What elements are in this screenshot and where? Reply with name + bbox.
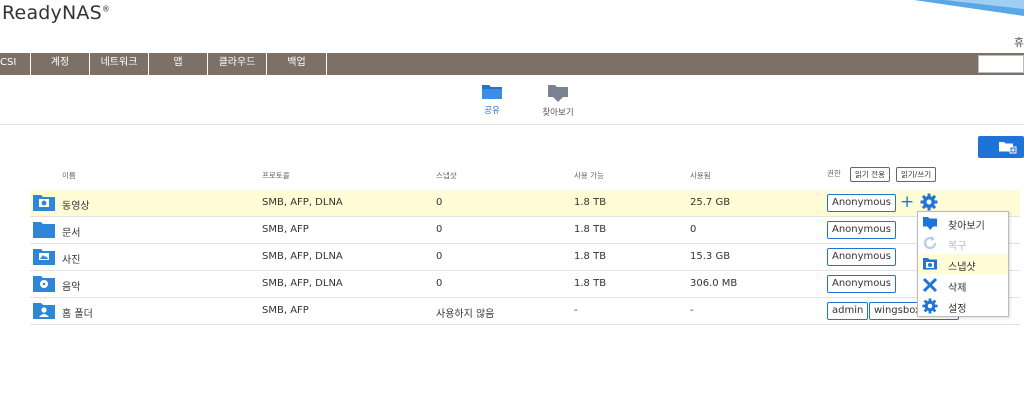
col-header-protocol[interactable]: 프로토콜 bbox=[262, 170, 290, 181]
col-header-name[interactable]: 이름 bbox=[62, 170, 76, 181]
menu-item-label: 설정 bbox=[948, 304, 967, 315]
table-row[interactable]: 사진 SMB, AFP, DLNA 0 1.8 TB 15.3 GB Anony… bbox=[30, 244, 1020, 271]
user-chip-anonymous[interactable]: Anonymous bbox=[827, 275, 896, 293]
share-snapshot: 0 bbox=[436, 278, 443, 289]
menu-item-settings[interactable]: 설정 bbox=[918, 296, 1008, 316]
tab-browse-label: 찾아보기 bbox=[542, 108, 574, 118]
browse-icon bbox=[548, 85, 568, 102]
perm-legend-read-only: 읽기 전용 bbox=[850, 167, 890, 182]
share-snapshot: 0 bbox=[436, 197, 443, 208]
nav-item-apps[interactable]: 앱 bbox=[149, 53, 208, 75]
share-name: 음악 bbox=[62, 282, 81, 293]
share-protocol: SMB, AFP, DLNA bbox=[262, 197, 343, 208]
home-folder-icon bbox=[33, 303, 55, 319]
user-chip-anonymous[interactable]: Anonymous bbox=[827, 248, 896, 266]
tab-divider bbox=[0, 124, 1024, 125]
header-accent-graphic bbox=[904, 0, 1024, 16]
new-folder-icon bbox=[999, 142, 1017, 154]
user-chip-anonymous[interactable]: Anonymous bbox=[827, 194, 896, 212]
share-available: 1.8 TB bbox=[574, 251, 607, 262]
music-folder-icon bbox=[33, 276, 55, 292]
readynas-logo: ReadyNAS® bbox=[2, 2, 110, 24]
table-row[interactable]: 음악 SMB, AFP, DLNA 0 1.8 TB 306.0 MB Anon… bbox=[30, 271, 1020, 298]
snapshot-icon bbox=[923, 258, 937, 270]
menu-item-label: 복구 bbox=[948, 241, 967, 252]
table-row[interactable]: 문서 SMB, AFP 0 1.8 TB 0 Anonymous bbox=[30, 217, 1020, 244]
share-used: 0 bbox=[690, 224, 697, 235]
menu-item-label: 스냅샷 bbox=[948, 262, 976, 273]
share-name: 동영상 bbox=[62, 201, 90, 212]
nav-item-iscsi[interactable]: CSI bbox=[0, 53, 31, 75]
share-available: 1.8 TB bbox=[574, 278, 607, 289]
new-folder-button[interactable] bbox=[978, 136, 1024, 158]
restore-icon bbox=[923, 236, 937, 250]
share-protocol: SMB, AFP bbox=[262, 224, 309, 235]
menu-item-delete[interactable]: 삭제 bbox=[918, 275, 1008, 295]
share-used: 25.7 GB bbox=[690, 197, 731, 208]
perm-legend-read-write: 읽기/쓰기 bbox=[896, 167, 937, 182]
share-context-menu: 찾아보기 복구 스냅샷 삭제 설정 bbox=[917, 211, 1009, 317]
browse-icon bbox=[923, 217, 937, 230]
menu-item-restore[interactable]: 복구 bbox=[918, 233, 1008, 253]
share-protocol: SMB, AFP bbox=[262, 305, 309, 316]
menu-item-snapshot[interactable]: 스냅샷 bbox=[918, 254, 1008, 274]
user-chip-admin[interactable]: admin bbox=[827, 302, 869, 320]
table-row[interactable]: 동영상 SMB, AFP, DLNA 0 1.8 TB 25.7 GB Anon… bbox=[30, 190, 1020, 217]
tab-shares[interactable]: 공유 bbox=[462, 82, 522, 116]
search-input[interactable] bbox=[978, 55, 1024, 73]
share-used: 306.0 MB bbox=[690, 278, 738, 289]
share-used: - bbox=[690, 305, 694, 316]
nav-item-cloud[interactable]: 클라우드 bbox=[208, 53, 267, 75]
gear-icon[interactable] bbox=[920, 193, 938, 211]
menu-item-browse[interactable]: 찾아보기 bbox=[918, 213, 1008, 233]
share-protocol: SMB, AFP, DLNA bbox=[262, 278, 343, 289]
share-used: 15.3 GB bbox=[690, 251, 731, 262]
tab-browse[interactable]: 찾아보기 bbox=[528, 82, 588, 118]
col-header-snapshot[interactable]: 스냅샷 bbox=[436, 170, 457, 181]
menu-item-label: 삭제 bbox=[948, 283, 967, 294]
main-navbar: CSI 계정 네트워크 앱 클라우드 백업 bbox=[0, 53, 1024, 75]
share-name: 사진 bbox=[62, 255, 81, 266]
folder-icon bbox=[33, 222, 55, 238]
share-snapshot: 0 bbox=[436, 251, 443, 262]
col-header-permissions: 권한 bbox=[827, 169, 841, 178]
plus-icon[interactable]: + bbox=[900, 193, 914, 211]
nav-item-backup[interactable]: 백업 bbox=[267, 53, 327, 75]
top-right-link[interactable]: 휴 bbox=[1014, 34, 1024, 50]
share-snapshot: 사용하지 않음 bbox=[436, 309, 495, 320]
logo-text: ReadyNAS bbox=[2, 2, 102, 24]
col-header-available[interactable]: 사용 가능 bbox=[574, 170, 604, 181]
menu-item-label: 찾아보기 bbox=[948, 221, 985, 232]
nav-item-network[interactable]: 네트워크 bbox=[90, 53, 149, 75]
photo-folder-icon bbox=[33, 249, 55, 265]
table-row[interactable]: 홈 폴더 SMB, AFP 사용하지 않음 - - admin wingsbox… bbox=[30, 298, 1020, 325]
share-available: 1.8 TB bbox=[574, 197, 607, 208]
share-name: 홈 폴더 bbox=[62, 309, 93, 320]
settings-gear-icon bbox=[922, 298, 938, 314]
nav-item-accounts[interactable]: 계정 bbox=[31, 53, 90, 75]
share-snapshot: 0 bbox=[436, 224, 443, 235]
col-header-used[interactable]: 사용됨 bbox=[690, 170, 711, 181]
share-protocol: SMB, AFP, DLNA bbox=[262, 251, 343, 262]
user-chip-anonymous[interactable]: Anonymous bbox=[827, 221, 896, 239]
video-folder-icon bbox=[33, 195, 55, 211]
share-name: 문서 bbox=[62, 228, 81, 239]
shares-folder-icon bbox=[482, 85, 502, 99]
logo-registered-mark: ® bbox=[101, 4, 111, 14]
tab-shares-label: 공유 bbox=[484, 106, 500, 116]
share-available: 1.8 TB bbox=[574, 224, 607, 235]
delete-icon bbox=[922, 277, 938, 293]
share-available: - bbox=[574, 305, 578, 316]
